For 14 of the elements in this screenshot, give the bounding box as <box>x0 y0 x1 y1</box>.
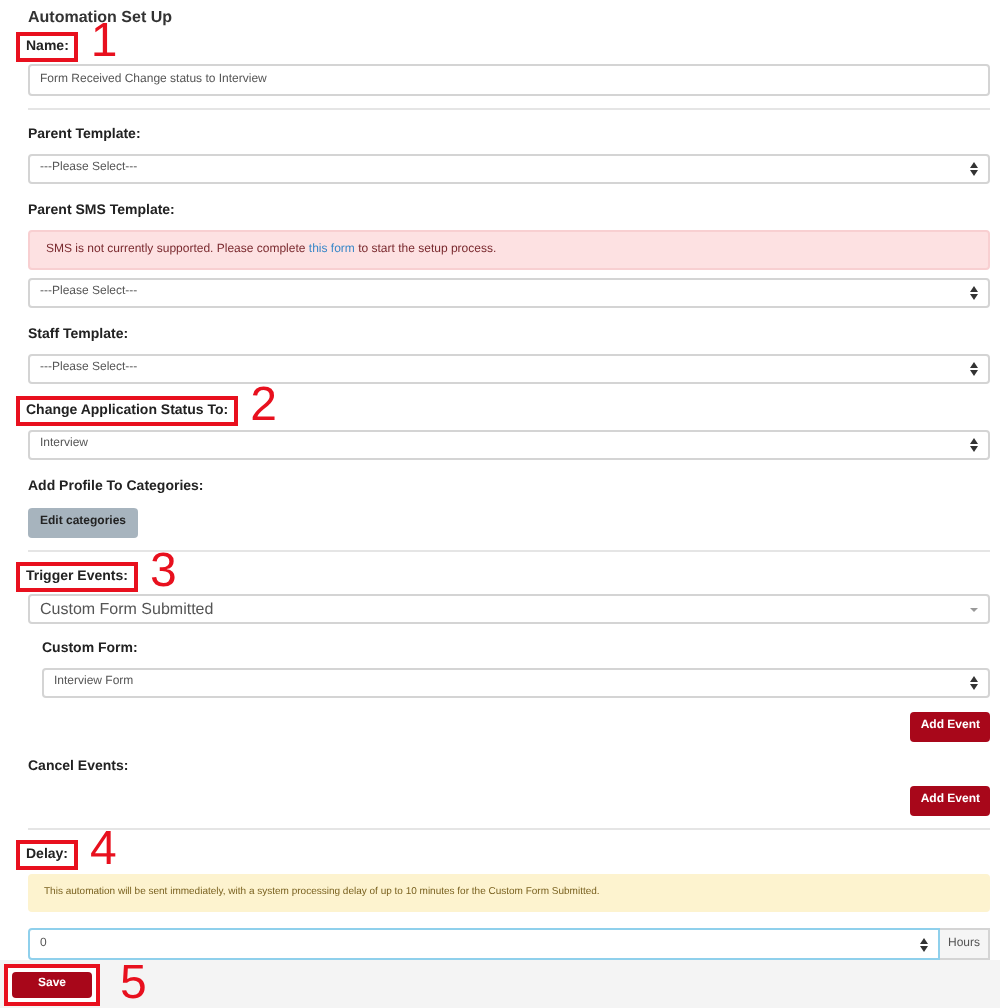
sort-caret-icon <box>970 162 978 176</box>
sort-caret-icon <box>970 438 978 452</box>
select-field[interactable]: Custom Form Submitted <box>28 594 990 624</box>
sort-caret-icon <box>970 286 978 300</box>
sort-caret-icon <box>970 362 978 376</box>
step-number: 5 <box>120 964 147 1004</box>
step-number: 2 <box>250 386 277 426</box>
step-number: 4 <box>90 830 117 870</box>
stepper-icon <box>919 937 928 951</box>
step-number: 3 <box>149 552 177 592</box>
step-number: 1 <box>90 22 118 62</box>
page-title: Automation Set Up <box>28 6 174 26</box>
sort-caret-icon <box>970 676 978 690</box>
dropdown-caret-icon <box>970 607 978 611</box>
